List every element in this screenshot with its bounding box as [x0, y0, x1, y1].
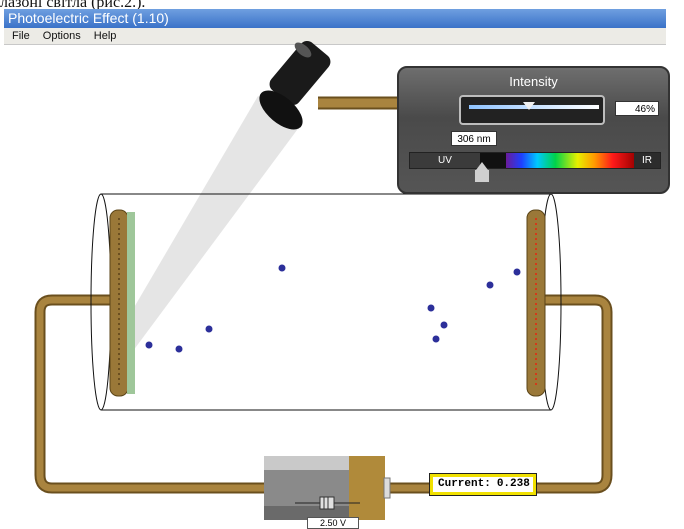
circuit-wire-right — [385, 294, 613, 494]
electron — [145, 341, 153, 349]
electron — [175, 345, 183, 353]
circuit-wire-left-core — [36, 296, 265, 492]
wavelength-value-field[interactable]: 306 nm — [451, 131, 497, 146]
battery-icon — [264, 456, 391, 520]
electron — [486, 281, 494, 289]
electron — [427, 304, 435, 312]
voltage-value-field[interactable]: 2.50 V — [307, 517, 359, 529]
uv-label: UV — [410, 153, 480, 168]
cathode-plate — [109, 209, 135, 397]
anode-plate — [526, 209, 546, 397]
wavelength-spectrum-bar[interactable]: UV IR — [409, 152, 661, 169]
current-readout: Current: 0.238 — [429, 473, 537, 496]
intensity-slider[interactable] — [459, 95, 605, 125]
wavelength-slider-handle[interactable] — [474, 162, 491, 183]
electron — [440, 321, 448, 329]
circuit-wire-right-core — [385, 296, 611, 492]
light-beam — [112, 96, 300, 355]
electron — [205, 325, 213, 333]
circuit-wire-left — [34, 294, 265, 494]
electrons — [145, 264, 521, 353]
intensity-slider-knob[interactable] — [522, 102, 535, 110]
electron — [432, 335, 440, 343]
light-control-panel: Intensity 46% 306 nm UV IR — [397, 66, 670, 194]
ir-label: IR — [634, 153, 660, 168]
panel-title: Intensity — [509, 74, 558, 89]
electron — [513, 268, 521, 276]
current-value: 0.238 — [496, 478, 530, 490]
intensity-value-field[interactable]: 46% — [615, 101, 659, 116]
current-label: Current: — [438, 478, 491, 490]
visible-spectrum — [506, 153, 636, 168]
electron — [278, 264, 286, 272]
